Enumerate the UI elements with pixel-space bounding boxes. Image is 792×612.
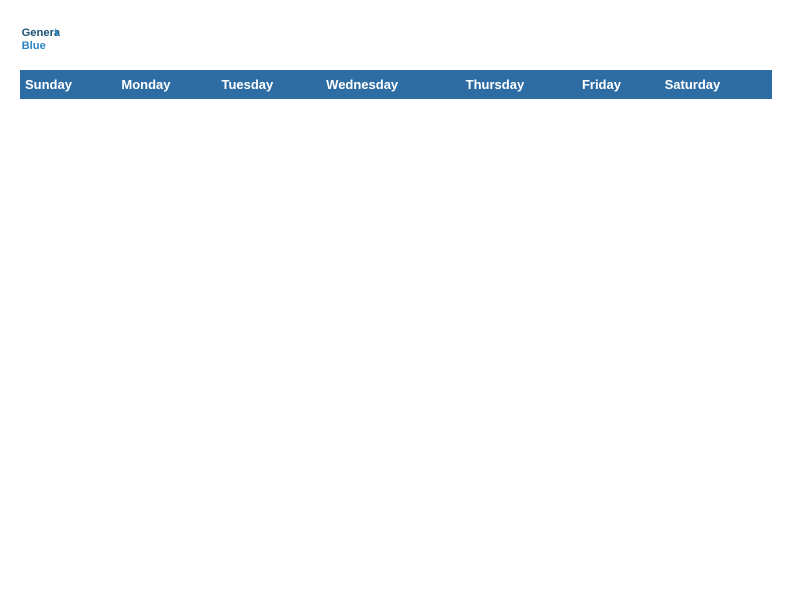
- weekday-header-wednesday: Wednesday: [322, 71, 462, 99]
- svg-text:General: General: [22, 27, 60, 39]
- weekday-header-friday: Friday: [577, 71, 660, 99]
- logo-icon: General Blue: [20, 20, 60, 60]
- weekday-header-monday: Monday: [117, 71, 217, 99]
- calendar-table: SundayMondayTuesdayWednesdayThursdayFrid…: [20, 70, 772, 99]
- weekday-header-tuesday: Tuesday: [217, 71, 322, 99]
- weekday-header-row: SundayMondayTuesdayWednesdayThursdayFrid…: [21, 71, 772, 99]
- svg-text:Blue: Blue: [22, 40, 46, 52]
- weekday-header-saturday: Saturday: [660, 71, 771, 99]
- weekday-header-thursday: Thursday: [461, 71, 577, 99]
- weekday-header-sunday: Sunday: [21, 71, 117, 99]
- page-header: General Blue: [20, 20, 772, 60]
- logo: General Blue: [20, 20, 65, 60]
- calendar-header: SundayMondayTuesdayWednesdayThursdayFrid…: [21, 71, 772, 99]
